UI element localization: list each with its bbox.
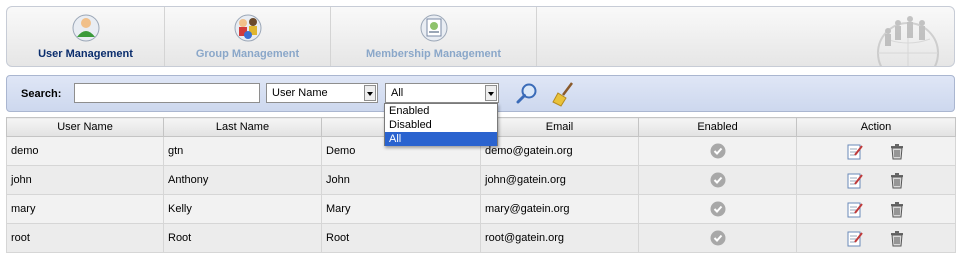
search-field-value: User Name: [272, 87, 328, 99]
management-tabbar: User Management Group Management Members…: [6, 6, 955, 67]
trash-icon[interactable]: [889, 201, 905, 218]
action-cell: [796, 223, 956, 253]
column-header-enabled: Enabled: [638, 117, 797, 137]
edit-icon[interactable]: [847, 172, 864, 189]
last-name-cell: Root: [163, 223, 322, 253]
tab-label: User Management: [38, 48, 133, 60]
enabled-filter-select[interactable]: All: [385, 83, 499, 103]
search-field-select[interactable]: User Name: [266, 83, 378, 103]
enabled-cell: [638, 194, 797, 224]
enabled-filter-value: All: [391, 87, 404, 99]
column-header-email[interactable]: Email: [480, 117, 639, 137]
check-circle-icon: [710, 201, 725, 217]
table-row: john Anthony John john@gatein.org: [6, 165, 956, 195]
first-name-cell: Mary: [321, 194, 481, 224]
dropdown-option-all[interactable]: All: [385, 132, 497, 146]
first-name-cell: John: [321, 165, 481, 195]
check-circle-icon: [710, 172, 725, 188]
email-cell: demo@gatein.org: [480, 136, 639, 166]
action-cell: [796, 194, 956, 224]
search-input[interactable]: [74, 83, 260, 103]
chevron-down-icon[interactable]: [485, 85, 497, 101]
last-name-cell: Kelly: [163, 194, 322, 224]
user-name-cell: mary: [6, 194, 164, 224]
email-cell: john@gatein.org: [480, 165, 639, 195]
broom-icon[interactable]: [552, 81, 576, 107]
search-icon[interactable]: [515, 82, 539, 106]
column-header-user-name[interactable]: User Name: [6, 117, 164, 137]
edit-icon[interactable]: [847, 143, 864, 160]
action-cell: [796, 165, 956, 195]
group-icon: [234, 14, 261, 42]
globe-people-icon: [877, 16, 939, 66]
membership-icon: [420, 14, 447, 42]
email-cell: root@gatein.org: [480, 223, 639, 253]
tab-group-management[interactable]: Group Management: [165, 7, 331, 66]
last-name-cell: Anthony: [163, 165, 322, 195]
column-header-action: Action: [796, 117, 956, 137]
trash-icon[interactable]: [889, 143, 905, 160]
edit-icon[interactable]: [847, 201, 864, 218]
user-name-cell: root: [6, 223, 164, 253]
dropdown-option-disabled[interactable]: Disabled: [385, 118, 497, 132]
enabled-cell: [638, 136, 797, 166]
enabled-cell: [638, 223, 797, 253]
trash-icon[interactable]: [889, 230, 905, 247]
enabled-filter-dropdown: Enabled Disabled All: [384, 103, 498, 146]
search-label: Search:: [21, 88, 62, 100]
check-circle-icon: [710, 230, 725, 246]
tab-label: Membership Management: [365, 48, 502, 60]
email-cell: mary@gatein.org: [480, 194, 639, 224]
user-icon: [72, 14, 99, 42]
user-name-cell: john: [6, 165, 164, 195]
edit-icon[interactable]: [847, 230, 864, 247]
action-cell: [796, 136, 956, 166]
trash-icon[interactable]: [889, 172, 905, 189]
last-name-cell: gtn: [163, 136, 322, 166]
column-header-last-name[interactable]: Last Name: [163, 117, 322, 137]
check-circle-icon: [710, 143, 725, 159]
user-name-cell: demo: [6, 136, 164, 166]
tab-label: Group Management: [195, 48, 300, 60]
dropdown-option-enabled[interactable]: Enabled: [385, 104, 497, 118]
table-row: root Root Root root@gatein.org: [6, 223, 956, 253]
first-name-cell: Root: [321, 223, 481, 253]
chevron-down-icon[interactable]: [364, 85, 376, 101]
tab-user-management[interactable]: User Management: [7, 7, 165, 66]
tab-membership-management[interactable]: Membership Management: [331, 7, 537, 66]
table-row: mary Kelly Mary mary@gatein.org: [6, 194, 956, 224]
enabled-cell: [638, 165, 797, 195]
